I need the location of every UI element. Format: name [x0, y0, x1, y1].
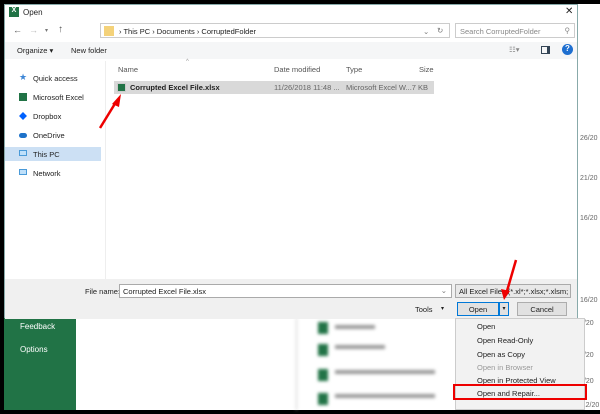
arrow-to-dropdown: [501, 259, 518, 300]
annotation-arrows: [98, 94, 518, 300]
arrow-to-file: [98, 94, 121, 129]
